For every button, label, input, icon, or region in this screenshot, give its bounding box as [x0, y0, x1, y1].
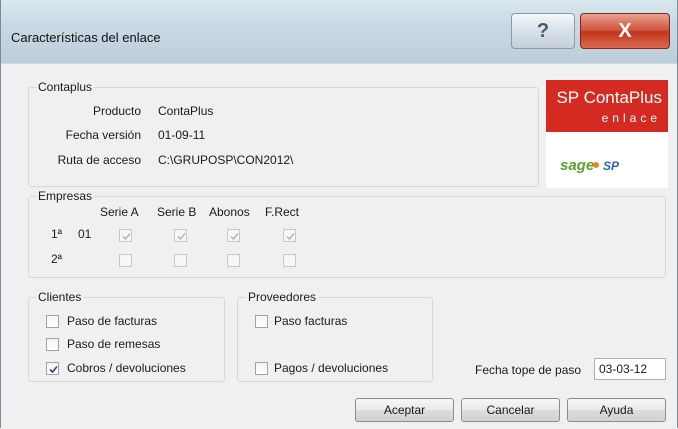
- paso-facturas-clientes-checkbox[interactable]: [46, 315, 59, 328]
- logo-name: SP ContaPlus: [556, 88, 662, 107]
- empresa-2-abonos-checkbox[interactable]: [227, 254, 240, 267]
- empresa-1-serie-b-checkbox[interactable]: [174, 229, 187, 242]
- close-icon: X: [618, 19, 632, 42]
- aceptar-button[interactable]: Aceptar: [355, 398, 454, 422]
- fecha-version-value: 01-09-11: [158, 128, 206, 142]
- fecha-tope-input[interactable]: 03-03-12: [594, 358, 666, 380]
- pagos-devoluciones-checkbox[interactable]: [255, 362, 268, 375]
- empresa-1-serie-a-checkbox[interactable]: [119, 229, 132, 242]
- empresa-2-serie-a-checkbox[interactable]: [119, 254, 132, 267]
- ruta-acceso-value: C:\GRUPOSP\CON2012\: [158, 153, 294, 167]
- help-icon: ?: [536, 19, 550, 42]
- empresa-1-f-rect-checkbox[interactable]: [283, 229, 296, 242]
- close-button[interactable]: X: [580, 13, 670, 49]
- producto-value: ContaPlus: [158, 104, 214, 118]
- col-f-rect: F.Rect: [265, 205, 300, 219]
- cobros-devoluciones-checkbox[interactable]: [46, 362, 59, 375]
- empresas-group-label: Empresas: [36, 189, 95, 203]
- dialog-window: Características del enlace ? X Contaplus…: [0, 0, 678, 429]
- empresa-row-1-ordinal: 1ª: [51, 227, 63, 241]
- empresa-row-1-code: 01: [78, 227, 92, 241]
- clientes-group-label: Clientes: [36, 290, 84, 304]
- empresa-2-serie-b-checkbox[interactable]: [174, 254, 187, 267]
- paso-facturas-proveedores-label[interactable]: Paso facturas: [274, 314, 347, 328]
- contaplus-group-label: Contaplus: [36, 80, 95, 94]
- col-serie-a: Serie A: [100, 205, 139, 219]
- cancelar-button[interactable]: Cancelar: [461, 398, 560, 422]
- ayuda-button[interactable]: Ayuda: [567, 398, 666, 422]
- empresa-2-f-rect-checkbox[interactable]: [283, 254, 296, 267]
- paso-facturas-proveedores-checkbox[interactable]: [255, 315, 268, 328]
- empresa-1-abonos-checkbox[interactable]: [227, 229, 240, 242]
- help-title-button[interactable]: ?: [511, 13, 575, 49]
- sage-dot-icon: [593, 162, 599, 168]
- fecha-version-label: Fecha versión: [65, 128, 141, 142]
- sage-sp-text: SP: [603, 159, 620, 173]
- col-serie-b: Serie B: [157, 205, 197, 219]
- producto-label: Producto: [92, 104, 141, 118]
- pagos-devoluciones-label[interactable]: Pagos / devoluciones: [274, 361, 388, 375]
- col-abonos: Abonos: [209, 205, 250, 219]
- sage-logo-text: sage: [560, 157, 595, 174]
- ruta-acceso-label: Ruta de acceso: [57, 153, 141, 167]
- logo-banner: SP ContaPlus enlace: [546, 80, 668, 132]
- paso-remesas-label[interactable]: Paso de remesas: [67, 337, 160, 351]
- cobros-devoluciones-label[interactable]: Cobros / devoluciones: [67, 361, 186, 375]
- logo-sub: enlace: [601, 111, 661, 125]
- paso-remesas-checkbox[interactable]: [46, 338, 59, 351]
- window-title: Características del enlace: [11, 30, 161, 45]
- sp-contaplus-logo: SP ContaPlus enlace sage SP: [546, 80, 668, 188]
- paso-facturas-clientes-label[interactable]: Paso de facturas: [67, 314, 157, 328]
- title-bar: Características del enlace ? X: [1, 0, 677, 63]
- fecha-tope-label: Fecha tope de paso: [475, 363, 582, 377]
- proveedores-group-label: Proveedores: [246, 290, 319, 304]
- empresa-row-2-ordinal: 2ª: [51, 252, 63, 266]
